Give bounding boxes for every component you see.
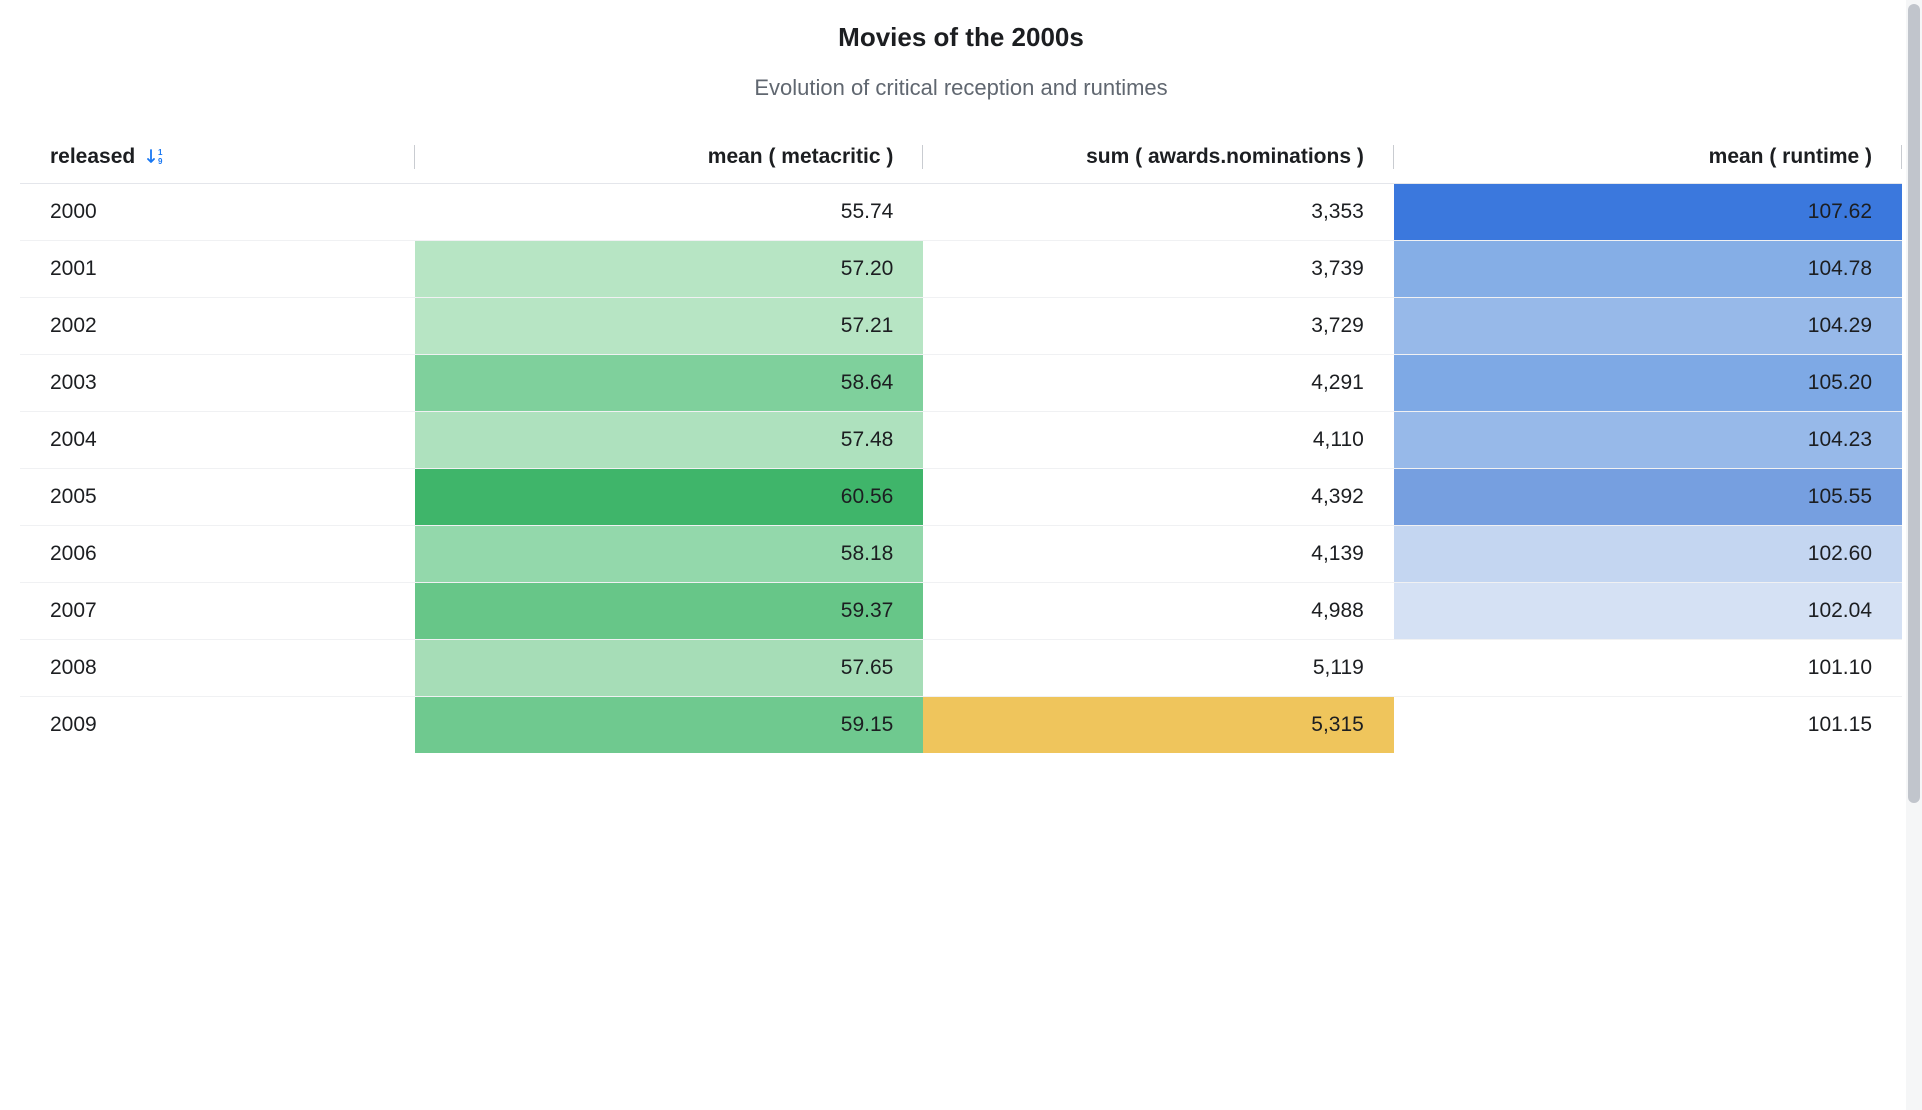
table-row: 200055.743,353107.62 xyxy=(20,184,1902,241)
column-header-runtime[interactable]: mean ( runtime ) xyxy=(1394,131,1902,184)
column-header-label: released xyxy=(50,145,135,168)
column-divider xyxy=(1901,145,1902,169)
column-header-nominations[interactable]: sum ( awards.nominations ) xyxy=(923,131,1394,184)
cell-mean-runtime: 105.55 xyxy=(1394,469,1902,526)
cell-sum-nominations: 3,353 xyxy=(923,184,1394,241)
data-table-wrapper: released 1 9 mean ( metacritic ) xyxy=(20,131,1902,753)
cell-released: 2003 xyxy=(20,355,415,412)
cell-mean-metacritic: 57.20 xyxy=(415,241,923,298)
cell-released: 2008 xyxy=(20,640,415,697)
table-row: 200658.184,139102.60 xyxy=(20,526,1902,583)
cell-mean-runtime: 102.04 xyxy=(1394,583,1902,640)
cell-mean-metacritic: 59.15 xyxy=(415,697,923,754)
table-row: 200157.203,739104.78 xyxy=(20,241,1902,298)
chart-subtitle: Evolution of critical reception and runt… xyxy=(20,75,1902,101)
column-header-label: mean ( runtime ) xyxy=(1709,145,1872,168)
data-table: released 1 9 mean ( metacritic ) xyxy=(20,131,1902,753)
table-row: 200759.374,988102.04 xyxy=(20,583,1902,640)
table-row: 200457.484,110104.23 xyxy=(20,412,1902,469)
table-row: 200560.564,392105.55 xyxy=(20,469,1902,526)
cell-mean-runtime: 104.23 xyxy=(1394,412,1902,469)
cell-released: 2004 xyxy=(20,412,415,469)
scrollbar-track[interactable] xyxy=(1906,0,1922,1110)
cell-sum-nominations: 4,139 xyxy=(923,526,1394,583)
table-body: 200055.743,353107.62200157.203,739104.78… xyxy=(20,184,1902,754)
table-row: 200959.155,315101.15 xyxy=(20,697,1902,754)
cell-mean-metacritic: 60.56 xyxy=(415,469,923,526)
cell-mean-metacritic: 55.74 xyxy=(415,184,923,241)
cell-released: 2005 xyxy=(20,469,415,526)
cell-sum-nominations: 5,315 xyxy=(923,697,1394,754)
cell-sum-nominations: 4,110 xyxy=(923,412,1394,469)
cell-mean-runtime: 104.78 xyxy=(1394,241,1902,298)
cell-mean-metacritic: 58.18 xyxy=(415,526,923,583)
cell-mean-metacritic: 59.37 xyxy=(415,583,923,640)
svg-text:1: 1 xyxy=(158,148,163,157)
cell-released: 2006 xyxy=(20,526,415,583)
cell-released: 2009 xyxy=(20,697,415,754)
cell-mean-runtime: 101.15 xyxy=(1394,697,1902,754)
svg-text:9: 9 xyxy=(158,157,163,166)
cell-sum-nominations: 3,739 xyxy=(923,241,1394,298)
column-header-released[interactable]: released 1 9 xyxy=(20,131,415,184)
cell-mean-runtime: 102.60 xyxy=(1394,526,1902,583)
cell-sum-nominations: 4,291 xyxy=(923,355,1394,412)
cell-mean-runtime: 104.29 xyxy=(1394,298,1902,355)
cell-sum-nominations: 4,988 xyxy=(923,583,1394,640)
cell-mean-runtime: 105.20 xyxy=(1394,355,1902,412)
cell-mean-metacritic: 58.64 xyxy=(415,355,923,412)
table-row: 200857.655,119101.10 xyxy=(20,640,1902,697)
column-header-label: mean ( metacritic ) xyxy=(708,145,894,168)
cell-mean-runtime: 101.10 xyxy=(1394,640,1902,697)
scrollbar-thumb[interactable] xyxy=(1908,4,1920,803)
table-row: 200257.213,729104.29 xyxy=(20,298,1902,355)
cell-released: 2007 xyxy=(20,583,415,640)
cell-mean-runtime: 107.62 xyxy=(1394,184,1902,241)
sort-ascending-numeric-icon: 1 9 xyxy=(147,148,167,166)
chart-title: Movies of the 2000s xyxy=(20,22,1902,53)
cell-mean-metacritic: 57.65 xyxy=(415,640,923,697)
cell-mean-metacritic: 57.48 xyxy=(415,412,923,469)
cell-released: 2000 xyxy=(20,184,415,241)
column-header-label: sum ( awards.nominations ) xyxy=(1086,145,1364,168)
table-header-row: released 1 9 mean ( metacritic ) xyxy=(20,131,1902,184)
cell-released: 2001 xyxy=(20,241,415,298)
column-header-metacritic[interactable]: mean ( metacritic ) xyxy=(415,131,923,184)
cell-released: 2002 xyxy=(20,298,415,355)
cell-sum-nominations: 3,729 xyxy=(923,298,1394,355)
cell-sum-nominations: 5,119 xyxy=(923,640,1394,697)
cell-sum-nominations: 4,392 xyxy=(923,469,1394,526)
table-row: 200358.644,291105.20 xyxy=(20,355,1902,412)
cell-mean-metacritic: 57.21 xyxy=(415,298,923,355)
